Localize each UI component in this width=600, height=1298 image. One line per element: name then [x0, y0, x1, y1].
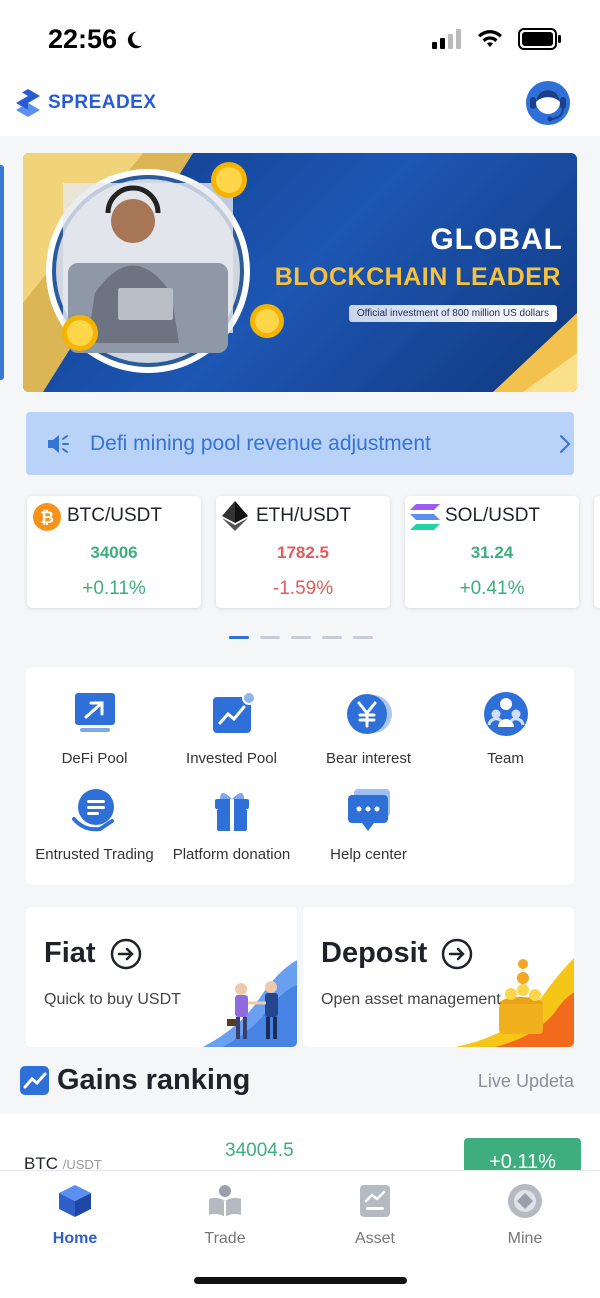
carousel-indicator [229, 636, 373, 639]
team-icon [483, 692, 528, 736]
live-update-label[interactable]: Live Updeta [478, 1071, 574, 1092]
menu-item-bear-interest[interactable]: Bear interest [300, 691, 437, 767]
menu-item-label: Team [487, 750, 524, 767]
ticker-change: -1.59% [272, 578, 334, 599]
menu-item-defi-pool[interactable]: DeFi Pool [26, 691, 163, 767]
table-row[interactable]: BTC /USDT 34004.5 +0.11% [0, 1114, 600, 1178]
rank-price: 34004.5 [225, 1140, 294, 1161]
gains-ranking-title: Gains ranking [57, 1064, 251, 1096]
app-header: SPREADEX [0, 80, 600, 136]
fiat-card[interactable]: Fiat Quick to buy USDT [26, 907, 297, 1047]
menu-item-label: DeFi Pool [61, 750, 128, 767]
banner-subtitle: Official investment of 800 million US do… [348, 305, 557, 322]
cube-icon [59, 1185, 91, 1217]
menu-item-label: Help center [330, 846, 407, 863]
signal-icon [432, 29, 461, 49]
tab-label: Mine [507, 1230, 543, 1247]
customer-support-button[interactable] [524, 80, 572, 126]
ticker-card-btc[interactable]: ₿ BTC/USDT 34006 +0.11% [27, 496, 201, 608]
previous-banner-edge [0, 165, 4, 380]
reading-person-icon [209, 1185, 241, 1217]
headset-agent-icon [526, 81, 570, 125]
gains-ranking-header: Gains ranking [20, 1064, 250, 1097]
ticker-price: 34006 [90, 543, 138, 562]
battery-icon [518, 28, 561, 50]
ticker-card-partial [594, 496, 600, 608]
ticker-change: +0.11% [82, 578, 146, 599]
carousel-dot[interactable] [260, 636, 280, 639]
announcement-text: Defi mining pool revenue adjustment [90, 432, 431, 455]
wifi-icon [478, 30, 502, 47]
quick-menu: DeFi Pool Invested Pool Bear interest Te… [26, 667, 574, 885]
ticker-price: 31.24 [470, 543, 514, 562]
status-time: 22:56 [48, 24, 145, 55]
logo: SPREADEX [14, 88, 157, 118]
chevron-right-icon [560, 435, 571, 453]
fiat-subtitle: Quick to buy USDT [44, 991, 181, 1008]
menu-item-help-center[interactable]: Help center [300, 787, 437, 863]
profile-circle-icon [508, 1184, 542, 1218]
home-indicator[interactable] [194, 1277, 407, 1284]
menu-item-entrusted-trading[interactable]: Entrusted Trading [26, 787, 163, 863]
yen-coin-icon [346, 694, 392, 734]
promo-banner[interactable]: GLOBAL BLOCKCHAIN LEADER Official invest… [23, 153, 577, 392]
trend-chart-icon [20, 1066, 49, 1095]
menu-item-team[interactable]: Team [437, 691, 574, 767]
ticker-price: 1782.5 [277, 543, 329, 562]
deposit-card[interactable]: Deposit Open asset management [303, 907, 574, 1047]
clock-text: 22:56 [48, 24, 118, 54]
ethereum-icon [222, 501, 248, 531]
tab-trade[interactable]: Trade [175, 1183, 275, 1248]
tab-label: Asset [354, 1230, 395, 1247]
menu-item-label: Bear interest [325, 750, 412, 767]
menu-item-label: Invested Pool [186, 750, 277, 767]
svg-text:₿: ₿ [40, 508, 54, 528]
banner-title-line2: BLOCKCHAIN LEADER [274, 263, 561, 291]
menu-item-label: Entrusted Trading [35, 846, 154, 863]
tab-asset[interactable]: Asset [325, 1183, 425, 1248]
entrusted-trading-icon [71, 789, 114, 832]
tab-label: Trade [204, 1230, 246, 1247]
carousel-dot[interactable] [322, 636, 342, 639]
handshake-illustration [202, 960, 297, 1047]
logo-text: SPREADEX [48, 92, 157, 113]
menu-item-platform-donation[interactable]: Platform donation [163, 787, 300, 863]
ticker-change: +0.41% [459, 578, 525, 599]
ticker-pair: BTC/USDT [67, 505, 162, 526]
chat-bubble-icon [347, 789, 390, 831]
announcement-bar[interactable]: Defi mining pool revenue adjustment [26, 412, 574, 475]
tab-home[interactable]: Home [25, 1183, 125, 1248]
solana-icon [410, 504, 440, 530]
gift-icon [214, 793, 249, 831]
menu-item-invested-pool[interactable]: Invested Pool [163, 691, 300, 767]
status-icons [432, 28, 562, 50]
deposit-title-row: Deposit [321, 937, 473, 970]
speaker-icon [48, 435, 69, 453]
arrow-circle-right-icon [110, 938, 141, 969]
defi-pool-icon [74, 693, 115, 732]
fiat-title-row: Fiat [44, 937, 142, 970]
deposit-subtitle: Open asset management [321, 991, 501, 1008]
ticker-pair: SOL/USDT [445, 505, 541, 526]
bitcoin-icon: ₿ [33, 503, 61, 531]
banner-title-line1: GLOBAL [430, 223, 563, 256]
chart-document-icon [360, 1185, 390, 1217]
ticker-card-sol[interactable]: SOL/USDT 31.24 +0.41% [405, 496, 579, 608]
spreadex-logo-icon [16, 89, 40, 117]
menu-item-label: Platform donation [172, 846, 291, 863]
invested-pool-icon [212, 691, 256, 733]
fiat-title: Fiat [44, 937, 96, 969]
carousel-dot[interactable] [229, 636, 249, 639]
carousel-dot[interactable] [353, 636, 373, 639]
status-bar: 22:56 [0, 0, 600, 80]
tab-label: Home [52, 1230, 98, 1247]
tab-mine[interactable]: Mine [475, 1183, 575, 1248]
carousel-dot[interactable] [291, 636, 311, 639]
ticker-card-eth[interactable]: ETH/USDT 1782.5 -1.59% [216, 496, 390, 608]
deposit-title: Deposit [321, 937, 428, 969]
ticker-pair: ETH/USDT [256, 505, 351, 526]
moon-icon [127, 31, 143, 48]
